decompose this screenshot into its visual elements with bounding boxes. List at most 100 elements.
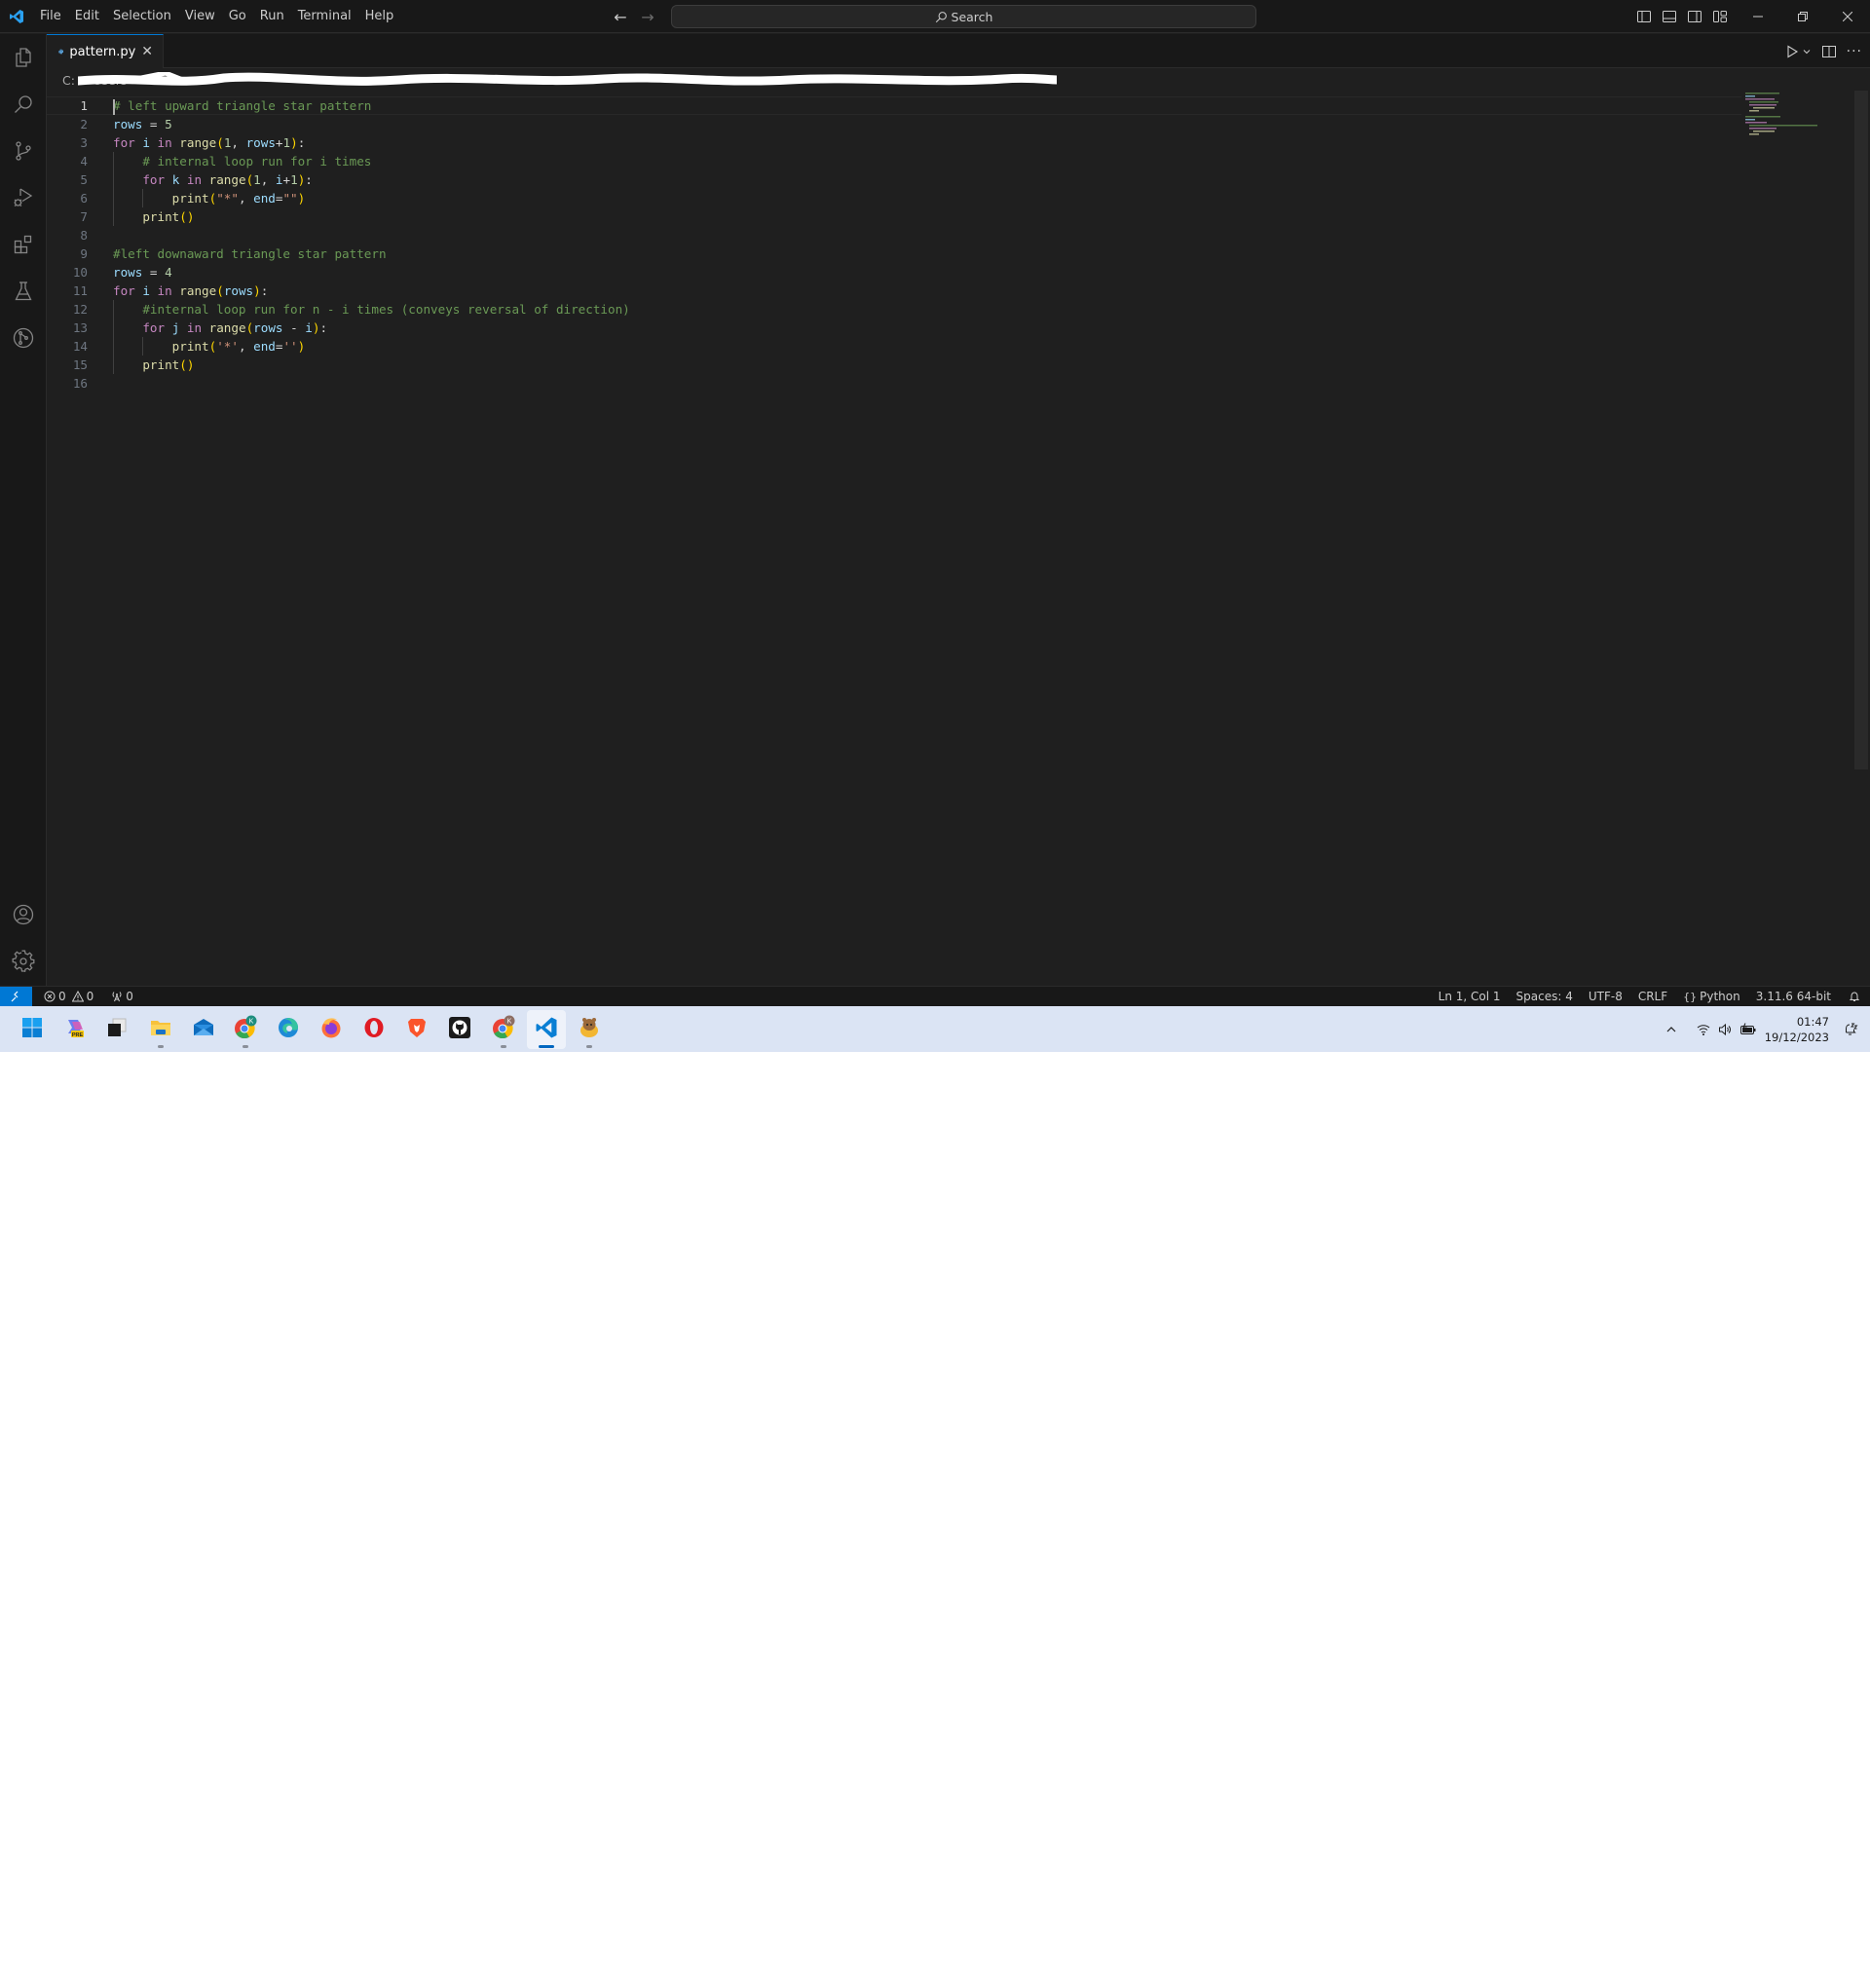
taskbar-copilot-pre[interactable]: PRE xyxy=(56,1010,94,1049)
minimize-icon xyxy=(1753,16,1763,18)
activity-accounts[interactable] xyxy=(0,891,47,938)
clock[interactable]: 01:47 19/12/2023 xyxy=(1765,1014,1829,1045)
taskbar-vscode[interactable] xyxy=(527,1010,566,1049)
more-actions-icon[interactable]: ··· xyxy=(1847,44,1862,59)
indentation[interactable]: Spaces: 4 xyxy=(1509,987,1581,1007)
minimize-button[interactable] xyxy=(1736,0,1780,33)
running-indicator xyxy=(501,1045,506,1048)
extensions-icon xyxy=(14,235,32,254)
code-line[interactable]: 8 xyxy=(47,226,1741,244)
line-code: rows = 5 xyxy=(113,117,172,131)
code-line[interactable]: 3 for i in range(1, rows+1): xyxy=(47,133,1741,152)
toggle-panel-icon[interactable] xyxy=(1662,9,1677,24)
encoding[interactable]: UTF-8 xyxy=(1581,987,1630,1007)
activity-extensions[interactable] xyxy=(0,221,47,268)
minimap[interactable] xyxy=(1743,91,1851,149)
run-python-file-icon[interactable] xyxy=(1784,44,1800,59)
taskbar-task-view[interactable] xyxy=(97,1010,136,1049)
problems-indicator[interactable]: 0 0 xyxy=(38,987,99,1007)
code-line[interactable]: 1 # left upward triangle star pattern xyxy=(47,96,1741,115)
code-token: () xyxy=(179,357,195,372)
line-code: #left downaward triangle star pattern xyxy=(113,246,387,261)
taskbar-firefox[interactable] xyxy=(312,1010,351,1049)
taskbar-edge[interactable] xyxy=(269,1010,308,1049)
restore-button[interactable] xyxy=(1780,0,1825,33)
taskbar-file-explorer[interactable] xyxy=(141,1010,180,1049)
menu-selection[interactable]: Selection xyxy=(106,0,178,33)
menu-run[interactable]: Run xyxy=(253,0,291,33)
code-line[interactable]: 12 #internal loop run for n - i times (c… xyxy=(47,300,1741,319)
volume-icon[interactable] xyxy=(1718,1023,1732,1036)
toggle-primary-sidebar-icon[interactable] xyxy=(1636,9,1652,24)
tab-pattern-py[interactable]: pattern.py ✕ xyxy=(47,34,164,68)
taskbar-github-desktop[interactable] xyxy=(440,1010,479,1049)
menu-terminal[interactable]: Terminal xyxy=(291,0,358,33)
activity-git-graph[interactable] xyxy=(0,315,47,361)
battery-charging-icon[interactable] xyxy=(1739,1022,1757,1036)
code-line[interactable]: 2 rows = 5 xyxy=(47,115,1741,133)
code-token: print xyxy=(142,357,180,372)
search-icon xyxy=(15,95,32,113)
code-line[interactable]: 11 for i in range(rows): xyxy=(47,281,1741,300)
toggle-secondary-sidebar-icon[interactable] xyxy=(1687,9,1702,24)
activity-manage[interactable] xyxy=(0,938,47,985)
taskbar-mail[interactable] xyxy=(184,1010,223,1049)
close-icon[interactable]: ✕ xyxy=(141,44,153,59)
code-line[interactable]: 14 print('*', end='') xyxy=(47,337,1741,356)
code-token: : xyxy=(260,283,269,298)
code-token: in xyxy=(157,135,172,150)
taskbar-hamster-app[interactable] xyxy=(570,1010,609,1049)
show-hidden-icons-chevron-icon[interactable] xyxy=(1665,1024,1677,1035)
split-editor-icon[interactable] xyxy=(1821,44,1837,59)
editor-scrollbar[interactable] xyxy=(1854,91,1868,769)
remote-indicator-button[interactable] xyxy=(0,986,32,1007)
code-line[interactable]: 9 #left downaward triangle star pattern xyxy=(47,244,1741,263)
run-dropdown-icon[interactable] xyxy=(1802,47,1812,56)
python-interpreter[interactable]: 3.11.6 64-bit xyxy=(1748,987,1839,1007)
taskbar-brave[interactable] xyxy=(397,1010,436,1049)
code-editor[interactable]: 1 # left upward triangle star pattern 2 row… xyxy=(47,91,1858,986)
language-mode[interactable]: {} Python xyxy=(1675,987,1748,1007)
code-line[interactable]: 16 xyxy=(47,374,1741,393)
arrow-left-icon[interactable]: ← xyxy=(612,8,629,26)
code-line[interactable]: 6 print("*", end="") xyxy=(47,189,1741,207)
activity-search[interactable] xyxy=(0,81,47,128)
notifications-dnd-icon[interactable] xyxy=(1843,1022,1858,1037)
svg-text:K: K xyxy=(507,1019,512,1026)
svg-text:PRE: PRE xyxy=(72,1032,84,1038)
code-line[interactable]: 7 print() xyxy=(47,207,1741,226)
menu-edit[interactable]: Edit xyxy=(68,0,106,33)
arrow-right-icon[interactable]: → xyxy=(639,8,656,26)
notifications-button[interactable] xyxy=(1839,987,1870,1007)
taskbar-opera[interactable] xyxy=(355,1010,393,1049)
wifi-icon[interactable] xyxy=(1697,1023,1710,1036)
close-button[interactable] xyxy=(1825,0,1870,33)
activity-source-control[interactable] xyxy=(0,128,47,174)
end-of-line[interactable]: CRLF xyxy=(1630,987,1675,1007)
activity-testing[interactable] xyxy=(0,268,47,315)
code-token: end xyxy=(253,339,276,354)
cursor-position[interactable]: Ln 1, Col 1 xyxy=(1431,987,1509,1007)
menu-help[interactable]: Help xyxy=(358,0,401,33)
activity-explorer[interactable] xyxy=(0,34,47,81)
taskbar-chrome-profile-k2[interactable]: K xyxy=(484,1010,523,1049)
ports-indicator[interactable]: 0 xyxy=(105,987,139,1007)
menu-file[interactable]: File xyxy=(33,0,68,33)
menu-go[interactable]: Go xyxy=(222,0,253,33)
customize-layout-icon[interactable] xyxy=(1712,9,1728,24)
menu-view[interactable]: View xyxy=(178,0,222,33)
code-token: #internal loop run for n - i times (conv… xyxy=(142,302,630,317)
code-line[interactable]: 5 for k in range(1, i+1): xyxy=(47,170,1741,189)
code-line[interactable]: 10 rows = 4 xyxy=(47,263,1741,281)
code-token: , xyxy=(260,172,276,187)
activity-run-debug[interactable] xyxy=(0,174,47,221)
taskbar-start[interactable] xyxy=(13,1010,52,1049)
code-token: 5 xyxy=(165,117,172,131)
code-line[interactable]: 4 # internal loop run for i times xyxy=(47,152,1741,170)
command-center-search[interactable]: Search xyxy=(671,5,1256,28)
code-line[interactable]: 15 print() xyxy=(47,356,1741,374)
code-line[interactable]: 13 for j in range(rows - i): xyxy=(47,319,1741,337)
line-number: 5 xyxy=(80,172,88,187)
taskbar-chrome-profile-k[interactable]: K xyxy=(226,1010,265,1049)
